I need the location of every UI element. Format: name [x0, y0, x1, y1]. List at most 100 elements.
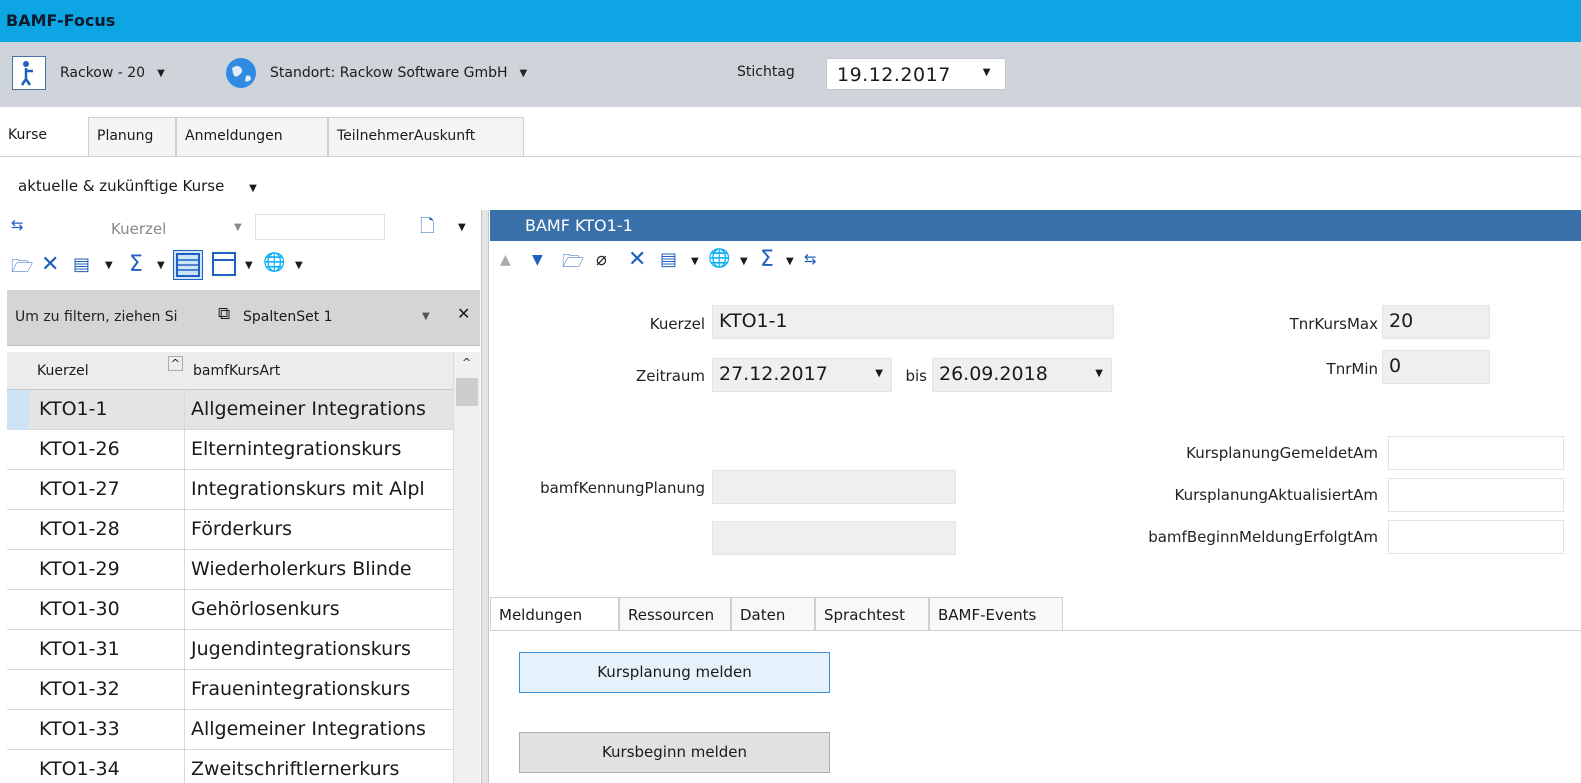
chevron-down-icon[interactable]: ▼ [157, 260, 165, 271]
grid-scrollbar[interactable]: ^ [453, 352, 480, 783]
tab-kurse[interactable]: Kurse [0, 117, 88, 157]
stichtag-date-picker[interactable]: 19.12.2017 ▼ [826, 58, 1006, 90]
group-by-panel[interactable]: Um zu filtern, ziehen Si ⧉ SpaltenSet 1 … [7, 290, 480, 346]
globe-icon[interactable]: 🌐 [263, 252, 285, 273]
tab-meldungen[interactable]: Meldungen [490, 597, 619, 631]
delete-icon[interactable]: ✕ [628, 247, 646, 272]
tnrkursmax-field[interactable]: 20 [1382, 305, 1490, 339]
cell-kursart: Allgemeiner Integrations [191, 398, 426, 420]
table-row[interactable]: KTO1-26 Elternintegrationskurs [7, 430, 453, 470]
folder-open-icon[interactable]: 🗁 [562, 249, 584, 279]
sync-icon[interactable]: ⇆ [11, 216, 24, 234]
chevron-down-icon[interactable]: ▼ [520, 68, 528, 79]
table-row[interactable]: KTO1-28 Förderkurs [7, 510, 453, 550]
globe-icon[interactable]: 🌐 [708, 248, 730, 269]
table-row[interactable]: KTO1-33 Allgemeiner Integrations [7, 710, 453, 750]
cell-kursart: Gehörlosenkurs [191, 598, 340, 620]
kuerzel-field[interactable]: KTO1-1 [712, 305, 1114, 339]
cell-kuerzel: KTO1-33 [29, 710, 185, 750]
tab-anmeldungen[interactable]: Anmeldungen [176, 117, 328, 157]
course-grid: Kuerzel ^ bamfKursArt KTO1-1 Allgemeiner… [7, 352, 480, 783]
user-label: Rackow - 20 [60, 65, 146, 81]
tab-daten[interactable]: Daten [731, 597, 815, 631]
bamfkennungplanung-field[interactable] [712, 470, 956, 504]
table-row[interactable]: KTO1-30 Gehörlosenkurs [7, 590, 453, 630]
cell-kursart: Frauenintegrationskurs [191, 678, 411, 700]
table-row[interactable]: KTO1-1 Allgemeiner Integrations [7, 390, 453, 430]
column-header-bamfkursart[interactable]: bamfKursArt [185, 352, 453, 390]
chevron-down-icon[interactable]: ▼ [157, 68, 165, 79]
chevron-down-icon[interactable]: ▼ [786, 256, 794, 267]
chevron-down-icon[interactable]: ▼ [105, 260, 113, 271]
scroll-up-icon[interactable]: ^ [462, 356, 471, 369]
table-row[interactable]: KTO1-32 Frauenintegrationskurs [7, 670, 453, 710]
table-row[interactable]: KTO1-34 Zweitschriftlernerkurs [7, 750, 453, 783]
chevron-down-icon[interactable]: ▼ [234, 222, 242, 233]
tnrkursmax-label: TnrKursMax [1289, 315, 1378, 333]
layout-form-icon[interactable] [210, 250, 240, 280]
subtab-divider [490, 630, 1581, 631]
kursplanung-melden-button[interactable]: Kursplanung melden [519, 652, 830, 693]
panel-splitter[interactable] [481, 210, 489, 783]
delete-icon[interactable]: ✕ [41, 252, 59, 277]
location-dropdown[interactable]: Standort: Rackow Software GmbH ▼ [224, 56, 527, 90]
layout-list-icon[interactable] [173, 250, 203, 280]
tab-sprachtest[interactable]: Sprachtest [815, 597, 929, 631]
sum-icon[interactable]: Σ [129, 252, 143, 277]
word-icon[interactable]: ▤ [73, 254, 90, 275]
bamfkennungplanung-label: bamfKennungPlanung [540, 479, 705, 497]
chevron-down-icon[interactable]: ▼ [245, 260, 253, 271]
cell-kuerzel: KTO1-26 [29, 430, 185, 470]
row-selector[interactable] [7, 390, 29, 430]
chevron-down-icon[interactable]: ▼ [458, 222, 466, 233]
row-header-corner [7, 352, 29, 390]
zeitraum-from-field[interactable]: 27.12.2017 ▼ [712, 358, 892, 392]
cell-kursart: Zweitschriftlernerkurs [191, 758, 400, 780]
paperclip-icon[interactable]: ⌀ [596, 249, 607, 270]
tab-planung[interactable]: Planung [88, 117, 176, 157]
cell-kursart: Förderkurs [191, 518, 293, 540]
scrollbar-thumb[interactable] [456, 378, 478, 406]
sum-icon[interactable]: Σ [760, 247, 774, 272]
tnrmin-field[interactable]: 0 [1382, 350, 1490, 384]
chevron-down-icon[interactable]: ▼ [983, 67, 991, 78]
cell-kuerzel: KTO1-27 [29, 470, 185, 510]
column-header-kuerzel[interactable]: Kuerzel ^ [29, 352, 185, 390]
tab-bamf-events[interactable]: BAMF-Events [929, 597, 1063, 631]
bamfkennung-extra-field[interactable] [712, 521, 956, 555]
chevron-down-icon[interactable]: ▼ [740, 256, 748, 267]
kursplanungaktualisiertam-field[interactable] [1388, 478, 1564, 512]
tnrmin-label: TnrMin [1326, 360, 1378, 378]
close-icon[interactable]: ✕ [457, 304, 470, 323]
word-icon[interactable]: ▤ [660, 249, 677, 270]
bamfbeginnmeldung-field[interactable] [1388, 520, 1564, 554]
kursbeginn-melden-button[interactable]: Kursbeginn melden [519, 732, 830, 773]
chevron-down-icon[interactable]: ▼ [691, 256, 699, 267]
folder-open-icon[interactable]: 🗁 [11, 254, 33, 284]
arrow-down-icon[interactable]: ▼ [532, 252, 543, 268]
group-hint: Um zu filtern, ziehen Si [15, 309, 178, 325]
zeitraum-to-field[interactable]: 26.09.2018 ▼ [932, 358, 1112, 392]
cell-kursart: Allgemeiner Integrations [191, 718, 426, 740]
table-row[interactable]: KTO1-29 Wiederholerkurs Blinde [7, 550, 453, 590]
new-document-icon[interactable]: 🗋 [420, 214, 434, 244]
table-row[interactable]: KTO1-31 Jugendintegrationskurs [7, 630, 453, 670]
arrow-up-icon[interactable]: ▲ [500, 252, 511, 268]
user-dropdown[interactable]: Rackow - 20 ▼ [12, 56, 165, 90]
chevron-down-icon[interactable]: ▼ [1095, 368, 1103, 379]
chevron-down-icon[interactable]: ▼ [422, 311, 430, 322]
chevron-down-icon[interactable]: ▼ [875, 368, 883, 379]
course-filter-dropdown[interactable]: aktuelle & zukünftige Kurse ▼ [18, 177, 257, 195]
cell-kuerzel: KTO1-32 [29, 670, 185, 710]
bis-label: bis [905, 367, 927, 385]
cell-kursart: Integrationskurs mit Alpl [191, 478, 425, 500]
kursplanunggemeldetam-field[interactable] [1388, 436, 1564, 470]
chevron-down-icon[interactable]: ▼ [295, 260, 303, 271]
search-input[interactable] [255, 214, 385, 240]
sort-asc-icon: ^ [167, 356, 183, 371]
sync-icon[interactable]: ⇆ [804, 250, 817, 268]
tab-teilnehmerauskunft[interactable]: TeilnehmerAuskunft [328, 117, 524, 157]
tab-ressourcen[interactable]: Ressourcen [619, 597, 731, 631]
table-row[interactable]: KTO1-27 Integrationskurs mit Alpl [7, 470, 453, 510]
chevron-down-icon[interactable]: ▼ [249, 183, 257, 194]
